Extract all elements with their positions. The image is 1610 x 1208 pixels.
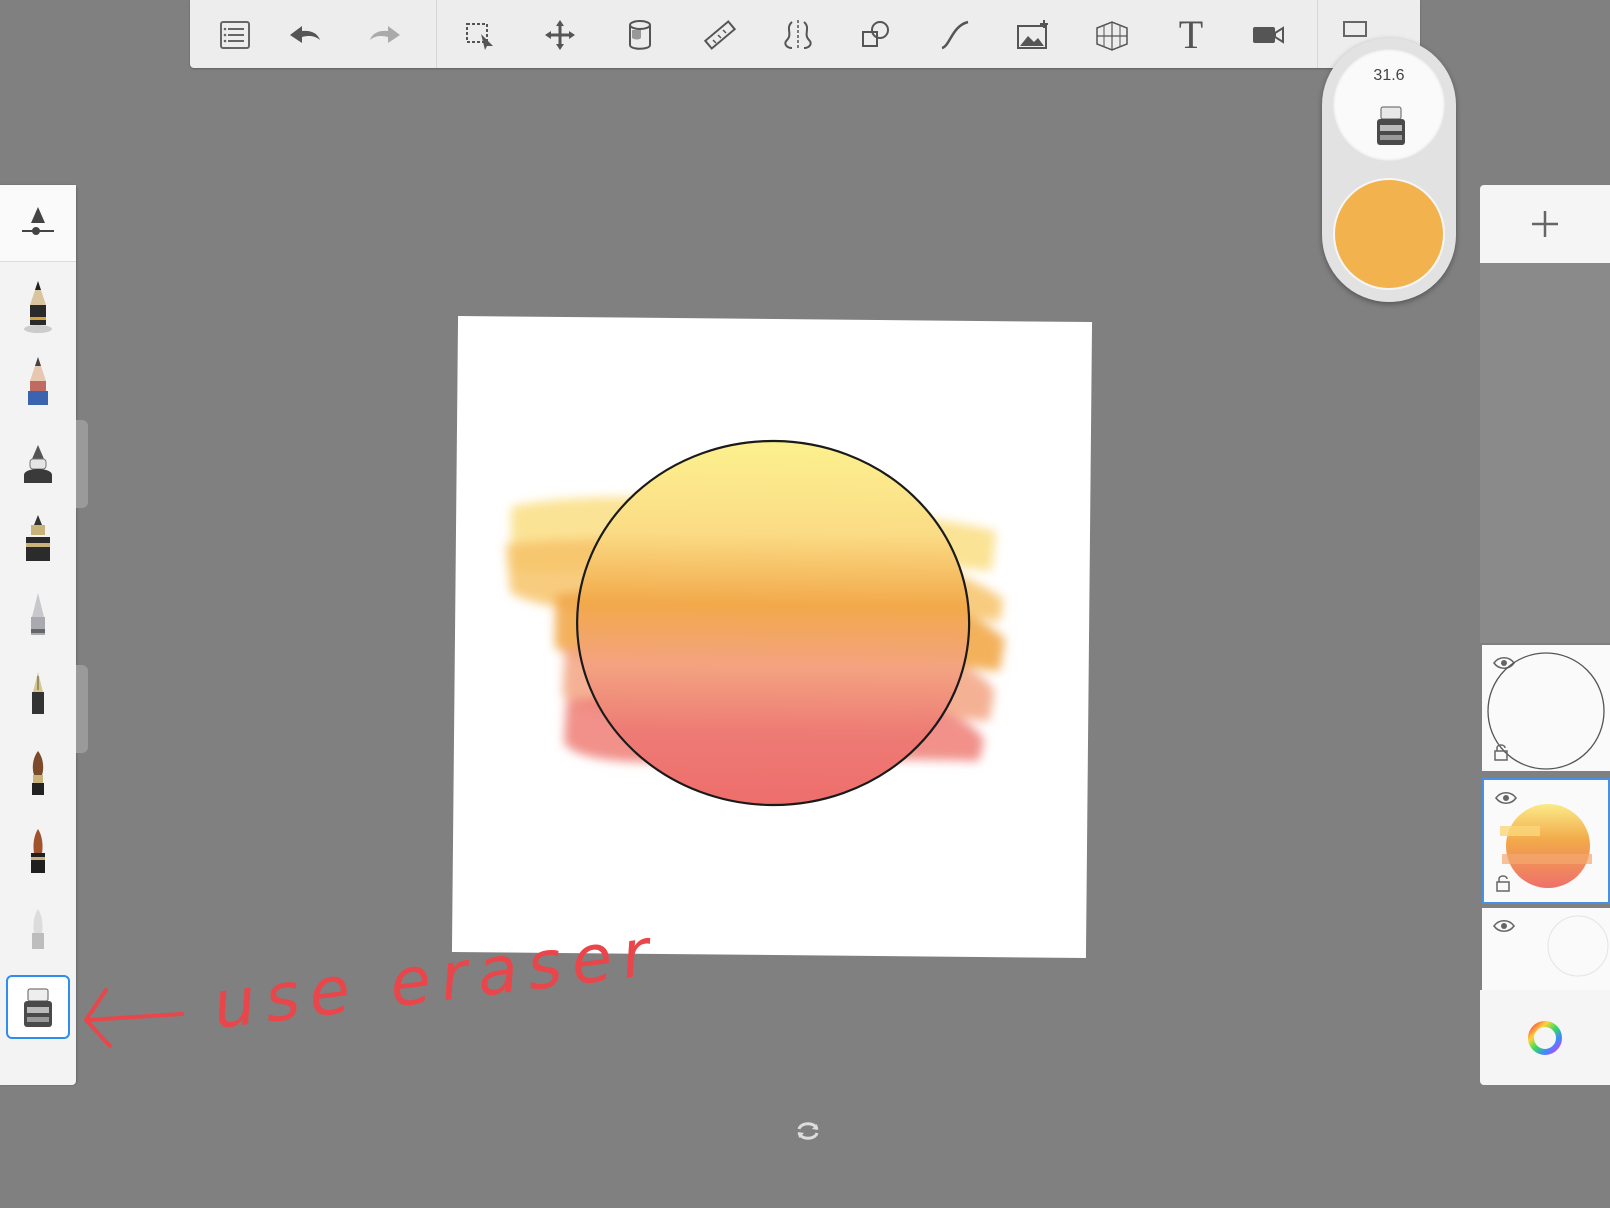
layer-preview [1547,915,1609,977]
paintbrush-icon [32,751,44,795]
shapes-icon[interactable] [851,10,901,60]
plus-icon [1532,211,1558,237]
move-icon[interactable] [535,10,585,60]
selection-icon[interactable] [455,10,505,60]
fountain-pen-brush[interactable] [6,664,70,728]
layer-thumbnail-background[interactable] [1482,908,1610,990]
fountain-pen-icon [32,672,44,714]
color-wheel-icon [1528,1020,1562,1055]
brush-size-value: 31.6 [1373,67,1405,84]
text-tool-label: T [1178,12,1204,57]
arrow-left-icon [84,988,184,1048]
eraser-brush[interactable] [6,975,70,1039]
brush-size-puck[interactable]: 31.6 [1333,49,1445,161]
curve-icon[interactable] [930,10,980,60]
brush-pen-brush[interactable] [6,821,70,885]
pencil-icon [24,281,52,333]
toolbar-divider [1317,0,1318,68]
ballpoint-brush[interactable] [6,431,70,495]
marker-icon [26,515,50,561]
eraser-icon [1377,106,1405,145]
brush-pen-icon [31,829,45,873]
artwork [505,439,1005,807]
brush-palette [0,185,76,1085]
palette-scroll-handle[interactable] [76,665,88,753]
lock-icon [1494,744,1508,761]
color-wheel-button[interactable] [1480,990,1610,1085]
toolbar-divider [436,0,437,68]
smudge-icon [32,909,44,949]
brush-settings-button[interactable] [0,185,76,262]
list-icon[interactable] [210,10,260,60]
text-tool[interactable]: T [1166,10,1216,60]
pencil-2b-icon [28,357,48,405]
eraser-icon [24,988,52,1027]
ballpoint-icon [24,445,52,483]
undo-icon[interactable] [280,10,330,60]
layer-panel-background [1480,263,1610,643]
brush-puck: 31.6 [1322,38,1456,302]
pencil-2b-brush[interactable] [6,351,70,415]
paintbrush-brush[interactable] [6,743,70,807]
drawing-canvas[interactable] [451,315,1093,959]
current-color-swatch[interactable] [1333,178,1445,290]
add-layer-button[interactable] [1480,185,1610,263]
ruler-icon[interactable] [695,10,745,60]
smudge-brush[interactable] [6,899,70,963]
top-toolbar: T [190,0,1420,68]
handwritten-annotation: use eraser [82,913,663,1060]
pencil-brush[interactable] [6,275,70,339]
perspective-icon[interactable] [1087,10,1137,60]
marker-brush[interactable] [6,507,70,571]
layer-thumbnail-outline[interactable] [1482,645,1610,771]
record-icon[interactable] [1243,10,1293,60]
brush-properties-icon [22,207,54,235]
annotation-text: use eraser [208,912,664,1045]
airbrush-icon [31,593,45,635]
palette-scroll-handle[interactable] [76,420,88,508]
lock-icon [1496,875,1510,892]
symmetry-icon[interactable] [773,10,823,60]
layer-thumbnail-paint[interactable] [1482,778,1610,904]
canvas-refresh-icon[interactable] [793,1116,823,1146]
redo-icon[interactable] [360,10,410,60]
fill-icon[interactable] [615,10,665,60]
image-icon[interactable] [1008,10,1058,60]
airbrush-brush[interactable] [6,585,70,649]
